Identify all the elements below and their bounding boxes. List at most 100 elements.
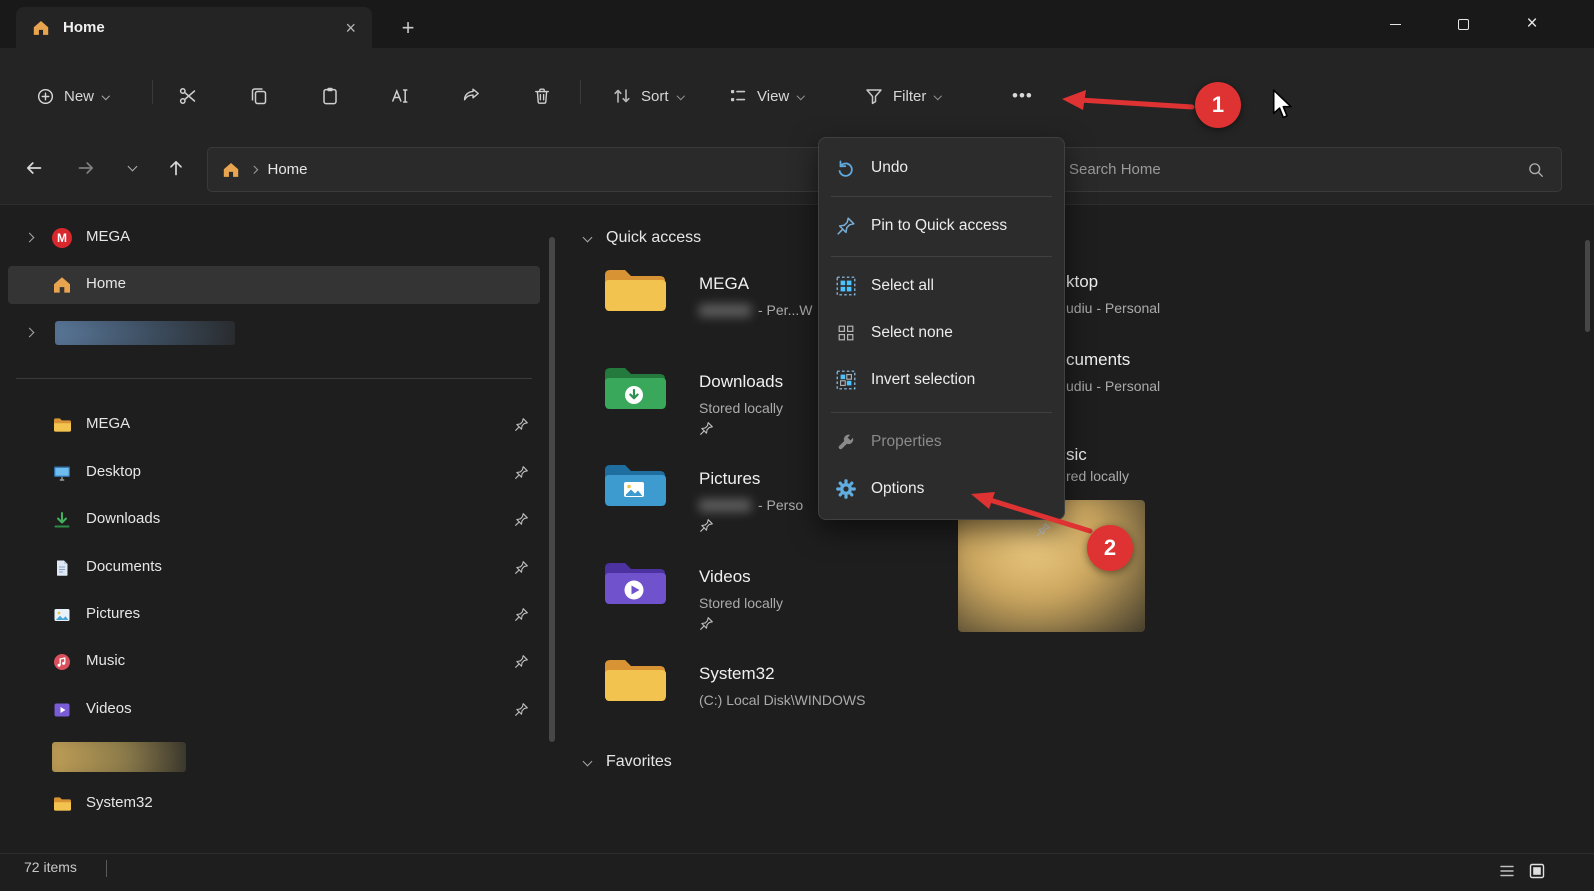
forward-button[interactable] xyxy=(66,148,106,188)
chevron-down-icon[interactable] xyxy=(582,756,593,767)
chevron-right-icon[interactable] xyxy=(24,232,35,243)
new-tab-button[interactable]: + xyxy=(392,12,424,44)
recent-locations-button[interactable] xyxy=(112,148,152,188)
trash-icon xyxy=(532,86,552,106)
search-box[interactable] xyxy=(1052,147,1562,192)
sidebar-item-pictures[interactable]: Pictures xyxy=(8,596,540,634)
filter-icon xyxy=(864,86,884,106)
tile-mega[interactable]: MEGA - Per...W xyxy=(602,266,846,346)
sidebar-item-mega-folder[interactable]: MEGA xyxy=(8,406,540,444)
sidebar-item-label: Videos xyxy=(86,700,132,717)
tile-subtitle: Stored locally xyxy=(699,595,784,611)
cut-button[interactable] xyxy=(166,76,210,116)
paste-button[interactable] xyxy=(308,76,352,116)
menu-item-select-all[interactable]: Select all xyxy=(824,264,1059,308)
tile-subtitle: - Per...W xyxy=(699,302,812,318)
back-button[interactable] xyxy=(14,148,54,188)
view-icon xyxy=(728,86,748,106)
details-view-button[interactable] xyxy=(1494,858,1520,884)
tile-subtitle: - Perso xyxy=(699,497,803,513)
select-none-icon xyxy=(836,323,856,343)
pin-icon xyxy=(514,607,529,622)
breadcrumb-home[interactable]: Home xyxy=(268,161,308,178)
search-icon[interactable] xyxy=(1527,161,1545,179)
pin-icon xyxy=(836,216,856,236)
menu-separator xyxy=(831,412,1052,413)
redacted-text xyxy=(699,304,751,317)
view-button[interactable]: View xyxy=(716,76,816,116)
menu-item-pin-to-quick-access[interactable]: Pin to Quick access xyxy=(824,204,1059,248)
document-icon xyxy=(52,558,72,578)
sidebar-item-documents[interactable]: Documents xyxy=(8,549,540,587)
tile-name: Videos xyxy=(699,567,751,586)
tile-downloads[interactable]: Downloads Stored locally xyxy=(602,364,846,444)
ellipsis-icon: ••• xyxy=(1012,86,1033,105)
pin-icon xyxy=(514,465,529,480)
search-input[interactable] xyxy=(1069,161,1517,178)
menu-item-undo[interactable]: Undo xyxy=(824,146,1059,190)
sidebar-item-system32[interactable]: System32 xyxy=(8,785,540,823)
sidebar-item-desktop[interactable]: Desktop xyxy=(8,454,540,492)
thumbnail-view-button[interactable] xyxy=(1524,858,1550,884)
redacted-label xyxy=(52,742,186,772)
mega-icon: M xyxy=(52,228,72,248)
sidebar-item-redacted-2[interactable] xyxy=(8,738,540,776)
sort-button[interactable]: Sort xyxy=(600,76,695,116)
see-more-button[interactable]: ••• xyxy=(1000,76,1045,116)
menu-item-select-none[interactable]: Select none xyxy=(824,311,1059,355)
maximize-icon xyxy=(1457,18,1469,30)
sidebar-item-music[interactable]: Music xyxy=(8,643,540,681)
home-icon xyxy=(52,275,72,295)
redacted-text xyxy=(699,499,751,512)
chevron-down-icon xyxy=(127,161,137,172)
quick-access-header[interactable]: Quick access xyxy=(606,229,701,247)
up-arrow-icon xyxy=(170,160,182,176)
status-bar: 72 items xyxy=(0,853,1594,891)
chevron-right-icon[interactable] xyxy=(24,327,35,338)
share-button[interactable] xyxy=(449,76,493,116)
close-button[interactable]: × xyxy=(1509,0,1555,48)
tile-name: Downloads xyxy=(699,372,784,391)
new-button[interactable]: New xyxy=(24,76,121,116)
pin-icon xyxy=(699,421,714,436)
menu-item-options[interactable]: Options xyxy=(824,467,1059,511)
sidebar-item-downloads[interactable]: Downloads xyxy=(8,501,540,539)
menu-item-invert-selection[interactable]: Invert selection xyxy=(824,358,1059,402)
gear-icon xyxy=(836,479,856,499)
content-scrollbar[interactable] xyxy=(1585,240,1590,332)
tab-close-icon[interactable]: × xyxy=(345,19,356,37)
delete-button[interactable] xyxy=(520,76,564,116)
filter-button[interactable]: Filter xyxy=(852,76,953,116)
pictures-folder-icon xyxy=(602,461,666,511)
sidebar-item-home[interactable]: Home xyxy=(8,266,540,304)
chevron-down-icon[interactable] xyxy=(582,232,593,243)
tile-videos[interactable]: Videos Stored locally xyxy=(602,559,846,639)
minimize-button[interactable] xyxy=(1372,0,1418,48)
folder-icon xyxy=(52,794,72,814)
navigation-bar: Home xyxy=(0,136,1594,205)
up-button[interactable] xyxy=(156,148,196,188)
sidebar-divider xyxy=(16,378,532,379)
maximize-button[interactable] xyxy=(1440,0,1486,48)
chevron-down-icon xyxy=(797,92,805,100)
sort-icon xyxy=(612,86,632,106)
tile-pictures[interactable]: Pictures - Perso xyxy=(602,461,846,541)
copy-button[interactable] xyxy=(237,76,281,116)
rename-button[interactable] xyxy=(378,76,422,116)
sidebar-scrollbar[interactable] xyxy=(549,237,555,742)
rename-icon xyxy=(390,86,410,106)
tile-system32[interactable]: System32 (C:) Local Disk\WINDOWS xyxy=(602,656,865,736)
folder-icon xyxy=(602,656,666,706)
pin-icon xyxy=(1036,522,1051,537)
menu-item-label: Options xyxy=(871,480,925,497)
pin-icon xyxy=(699,616,714,631)
paste-icon xyxy=(320,86,340,106)
chevron-down-icon xyxy=(934,92,942,100)
favorites-header[interactable]: Favorites xyxy=(606,753,672,771)
file-explorer-window: Home × + × New Sort View Filter ••• Home… xyxy=(0,0,1594,891)
sidebar-item-mega-root[interactable]: M MEGA xyxy=(8,219,540,257)
tab-home[interactable]: Home × xyxy=(16,7,372,48)
sidebar-item-videos[interactable]: Videos xyxy=(8,691,540,729)
sidebar-item-redacted[interactable] xyxy=(8,314,540,352)
view-button-label: View xyxy=(757,87,790,105)
